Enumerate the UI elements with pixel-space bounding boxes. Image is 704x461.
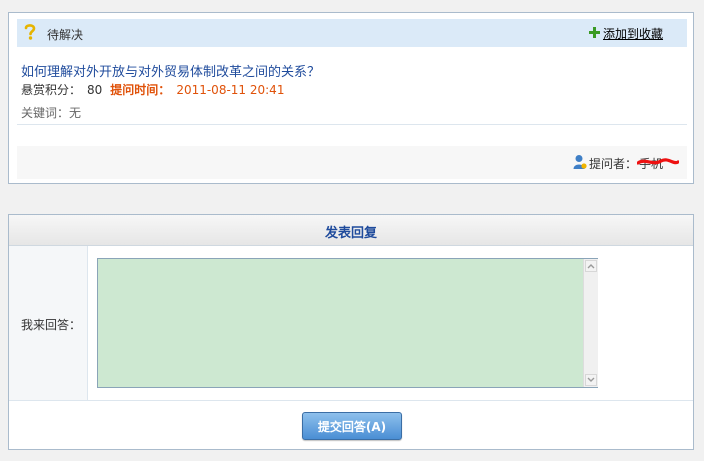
reward-points: 80 [87,83,103,97]
scroll-up-arrow-icon[interactable] [585,260,597,272]
ask-time: 2011-08-11 20:41 [176,83,285,97]
reply-title: 发表回复 [324,226,377,241]
textarea-scrollbar[interactable] [583,259,598,387]
answer-label: 我来回答： [21,318,82,332]
question-status: 待解决 [47,28,84,42]
question-keywords: 关键词：无 [21,106,82,120]
user-icon [573,154,587,170]
question-panel: 待解决 添加到收藏 如何理解对外开放与对外贸易体制改革之间的关系？ 悬赏积分： 8… [8,12,694,184]
divider [9,400,693,401]
redaction-scribble [637,158,679,165]
scroll-down-arrow-icon[interactable] [585,374,597,386]
answer-textarea[interactable] [97,258,598,388]
green-plus-icon[interactable] [589,27,600,38]
reward-label: 悬赏积分： [21,83,82,97]
answer-label-cell: 我来回答： [9,246,88,400]
asker-label: 提问者： [589,157,638,171]
asker-bar: 提问者： 手机 [17,146,687,179]
question-status-bar: 待解决 添加到收藏 [17,19,687,47]
reply-header: 发表回复 [9,215,693,246]
add-to-favorites-link[interactable]: 添加到收藏 [603,25,663,42]
question-title: 如何理解对外开放与对外贸易体制改革之间的关系？ [21,65,321,80]
divider [17,124,687,125]
reply-panel: 发表回复 我来回答： 提交回答(A) [8,214,694,450]
question-meta: 悬赏积分： 80 提问时间： 2011-08-11 20:41 [21,81,284,98]
submit-answer-button[interactable]: 提交回答(A) [302,412,402,440]
ask-time-label: 提问时间： [110,83,171,97]
question-mark-icon [23,23,37,41]
